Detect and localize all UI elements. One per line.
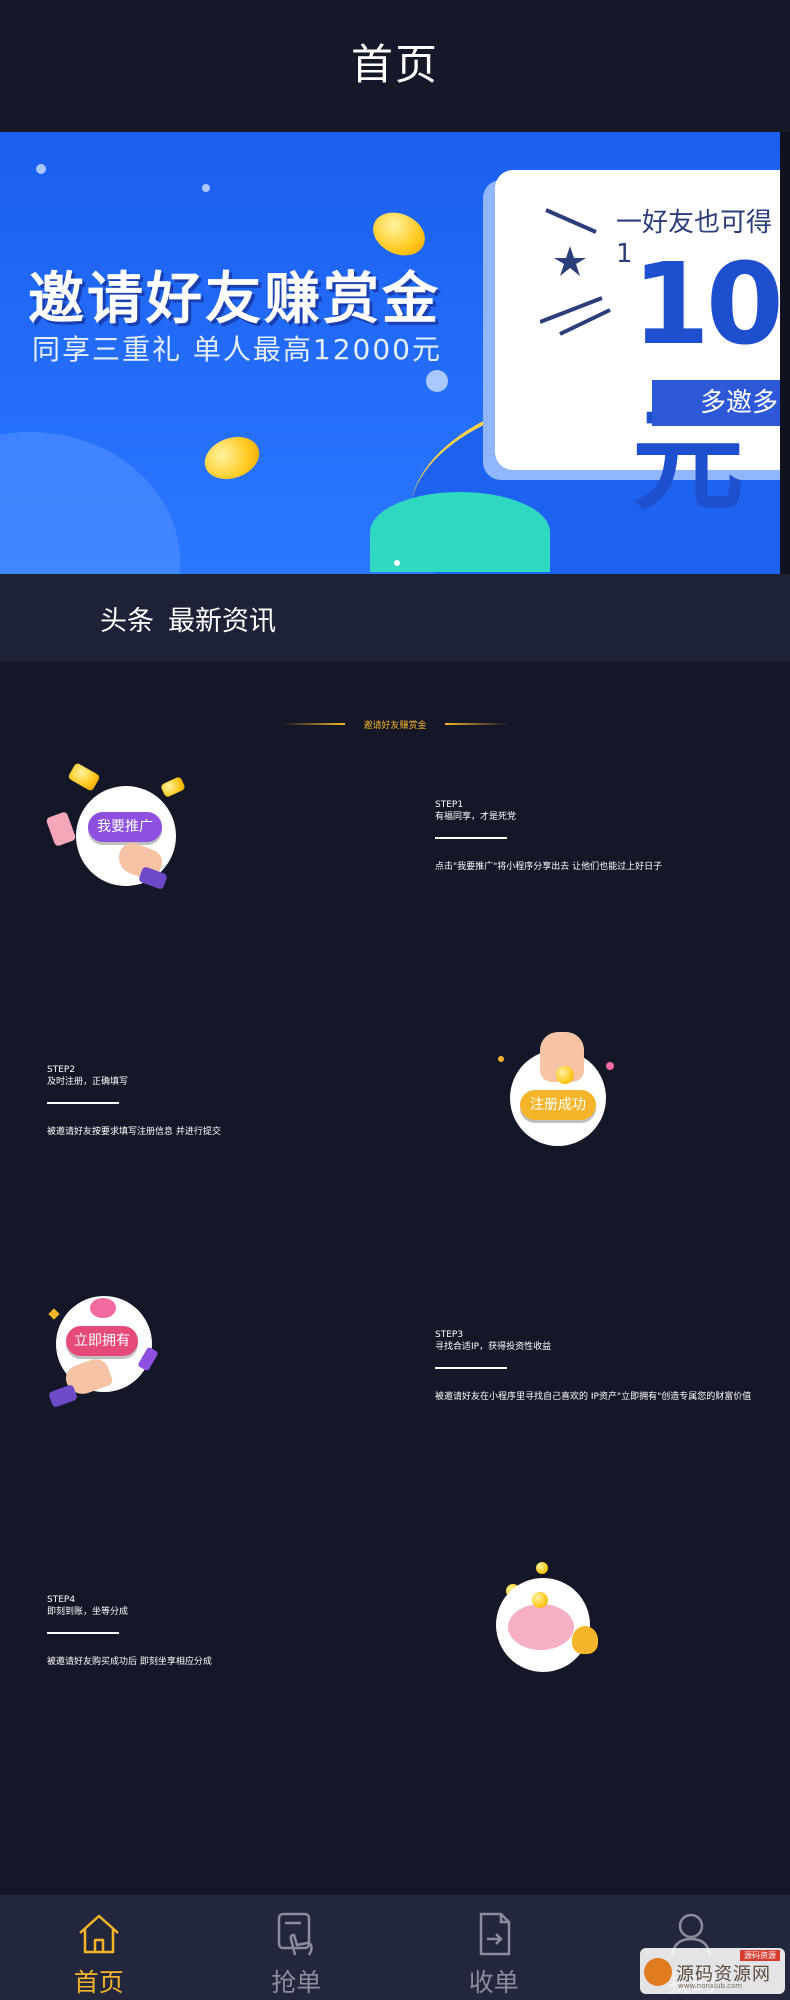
step-number: STEP2 (47, 1065, 76, 1075)
banner-dot (36, 164, 46, 174)
promote-button: 我要推广 (88, 812, 162, 842)
news-text[interactable]: 最新资讯 (168, 599, 276, 638)
tab-label: 抢单 (271, 1968, 322, 1997)
tab-label: 收单 (468, 1968, 519, 1997)
step-subtitle: 及时注册，正确填写 (47, 1077, 129, 1087)
home-icon (78, 1914, 119, 1954)
news-ticker[interactable]: 头条 最新资讯 (0, 574, 790, 662)
piggy-bank-icon (508, 1604, 574, 1650)
coin-icon (536, 1562, 548, 1574)
watermark: 源码资源 源码资源网 www.nonxiub.com (640, 1948, 785, 1994)
news-label: 头条 (100, 605, 154, 637)
phone-icon (45, 811, 77, 847)
sparkle-icon (498, 1056, 504, 1062)
page-title: 首页 (350, 39, 439, 89)
tab-receive-order[interactable]: 收单 (395, 1895, 593, 2000)
cat-icon (90, 1298, 116, 1318)
ticket-icon (67, 762, 101, 792)
section-divider-right (444, 723, 507, 725)
step-description: 点击"我要推广"将小程序分享出去 让他们也能过上好日子 (435, 862, 663, 872)
own-now-button: 立即拥有 (66, 1326, 138, 1356)
step-divider (435, 837, 507, 839)
banner-title: 邀请好友赚赏金 (28, 267, 441, 332)
banner-dot (202, 184, 210, 192)
ticket-icon (160, 776, 186, 798)
step-number: STEP3 (435, 1330, 464, 1340)
step-divider (47, 1102, 119, 1104)
watermark-url: www.nonxiub.com (678, 1982, 743, 1990)
banner-subtitle: 同享三重礼 单人最高12000元 (32, 333, 442, 366)
section-header: 邀请好友赚赏金 (0, 714, 790, 734)
step-subtitle: 即刻到账，坐等分成 (47, 1607, 129, 1617)
tab-label: 首页 (73, 1968, 124, 1997)
section-divider-left (283, 723, 346, 725)
step-subtitle: 寻找合适IP，获得投资性收益 (435, 1342, 552, 1352)
receive-order-icon (479, 1912, 510, 1956)
registered-badge: 注册成功 (520, 1090, 596, 1120)
page-header: 首页 (0, 0, 790, 132)
heart-icon (606, 1062, 614, 1070)
step-number: STEP1 (435, 800, 464, 810)
banner-bubble (426, 370, 448, 392)
step-divider (47, 1632, 119, 1634)
sleeve-icon (48, 1384, 78, 1408)
tab-grab-order[interactable]: 抢单 (198, 1895, 396, 2000)
coin-icon (198, 429, 266, 487)
coin-icon (556, 1066, 574, 1084)
grab-order-icon (278, 1912, 313, 1956)
sleeve-icon (138, 866, 168, 890)
money-bag-icon (572, 1626, 598, 1654)
sparkle-icon (48, 1308, 60, 1320)
step-description: 被邀请好友在小程序里寻找自己喜欢的 IP资产"立即拥有"创造专属您的财富价值 (435, 1392, 752, 1402)
step-number: STEP4 (47, 1595, 76, 1605)
step-description: 被邀请好友购买成功后 即刻坐享相应分成 (47, 1657, 212, 1667)
step3-text: STEP3 寻找合适IP，获得投资性收益 被邀请好友在小程序里寻找自己喜欢的 I… (435, 1329, 765, 1403)
step-divider (435, 1367, 507, 1369)
coin-icon (532, 1592, 548, 1608)
step4-text: STEP4 即刻到账，坐等分成 被邀请好友购买成功后 即刻坐享相应分成 (47, 1594, 377, 1668)
step2-text: STEP2 及时注册，正确填写 被邀请好友按要求填写注册信息 并进行提交 (47, 1064, 377, 1138)
section-title: 邀请好友赚赏金 (363, 720, 427, 731)
tab-home[interactable]: 首页 (0, 1895, 198, 2000)
step-subtitle: 有福同享，才是死党 (435, 812, 517, 822)
banner-hill-decoration (0, 432, 180, 574)
carousel-indicator[interactable] (394, 560, 400, 566)
step-description: 被邀请好友按要求填写注册信息 并进行提交 (47, 1127, 221, 1137)
step1-text: STEP1 有福同享，才是死党 点击"我要推广"将小程序分享出去 让他们也能过上… (435, 799, 765, 873)
banner-edge (780, 132, 790, 574)
banner-card-button[interactable]: 多邀多 (652, 380, 780, 426)
watermark-logo-icon (644, 1958, 672, 1986)
invite-banner[interactable]: 邀请好友赚赏金 同享三重礼 单人最高12000元 一好友也可得1 10元 多邀多 (0, 132, 780, 574)
